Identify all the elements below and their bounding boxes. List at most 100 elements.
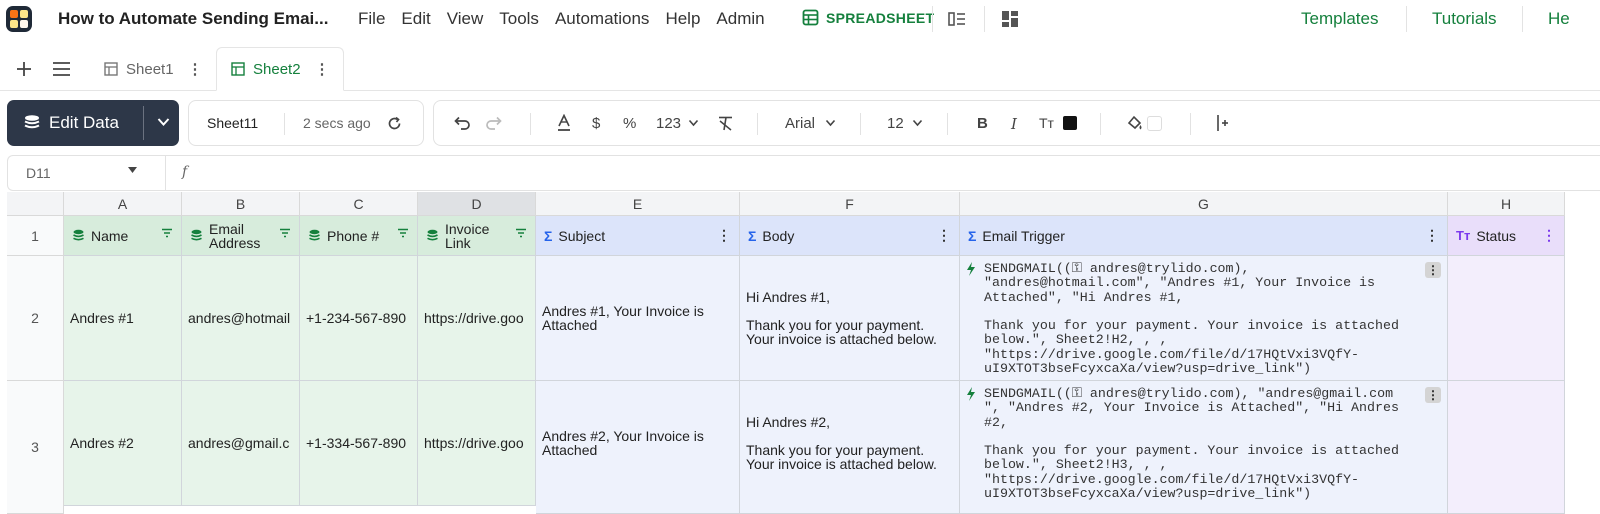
field-header-subject[interactable]: Σ Subject ⋮	[536, 216, 740, 256]
redo-icon[interactable]	[485, 116, 503, 130]
column-header-g[interactable]: G	[960, 192, 1448, 216]
cell-menu-icon[interactable]: ⋮	[1425, 262, 1441, 278]
tab-menu-icon[interactable]: ⋮	[188, 60, 203, 78]
grid-corner[interactable]	[7, 192, 64, 216]
menu-edit[interactable]: Edit	[401, 9, 430, 29]
row-header[interactable]: 1	[7, 216, 64, 256]
column-menu-icon[interactable]: ⋮	[717, 227, 731, 244]
column-menu-icon[interactable]: ⋮	[1542, 227, 1556, 244]
help-link[interactable]: He	[1548, 9, 1570, 29]
tutorials-link[interactable]: Tutorials	[1432, 9, 1497, 29]
cell-email-trigger[interactable]: SENDGMAIL((⚿ andres@trylido.com), "andre…	[960, 381, 1448, 514]
format-toolbar: $ % 123 Arial 12 B I Tт	[433, 100, 1600, 146]
cell-body[interactable]: Hi Andres #2, Thank you for your payment…	[740, 381, 960, 514]
caret-down-icon[interactable]	[128, 167, 137, 173]
filter-icon[interactable]	[397, 228, 409, 238]
column-menu-icon[interactable]: ⋮	[937, 227, 951, 244]
chevron-down-icon[interactable]	[912, 119, 923, 127]
row-header[interactable]: 2	[7, 256, 64, 381]
edit-data-button[interactable]: Edit Data	[7, 100, 179, 146]
chevron-down-icon[interactable]	[825, 119, 836, 127]
column-header-e[interactable]: E	[536, 192, 740, 216]
field-header-status[interactable]: Tт Status ⋮	[1448, 216, 1565, 256]
column-header-d[interactable]: D	[418, 192, 536, 216]
sigma-icon: Σ	[544, 227, 553, 244]
currency-format-button[interactable]: $	[592, 115, 600, 132]
column-menu-icon[interactable]: ⋮	[1425, 227, 1439, 244]
clear-format-icon[interactable]	[717, 115, 734, 132]
bold-button[interactable]: B	[977, 115, 988, 132]
undo-icon[interactable]	[453, 116, 471, 130]
field-header-phone[interactable]: Phone #	[300, 216, 418, 256]
add-sheet-icon[interactable]	[16, 61, 32, 77]
text-color-icon[interactable]	[557, 114, 571, 132]
text-size-button[interactable]: Tт	[1039, 115, 1054, 131]
column-header-h[interactable]: H	[1448, 192, 1565, 216]
number-format-dropdown[interactable]: 123	[656, 115, 681, 132]
filter-icon[interactable]	[515, 228, 527, 238]
tab-sheet2[interactable]: Sheet2 ⋮	[216, 47, 344, 91]
cell-phone[interactable]: +1-234-567-890	[300, 256, 418, 381]
tab-menu-icon[interactable]: ⋮	[315, 60, 330, 78]
menu-tools[interactable]: Tools	[499, 9, 539, 29]
app-logo[interactable]	[6, 6, 32, 32]
fill-color-swatch[interactable]	[1147, 116, 1162, 131]
menu-view[interactable]: View	[447, 9, 484, 29]
formula-input[interactable]	[208, 156, 1600, 190]
cell-invoice-link[interactable]: https://drive.goo	[418, 256, 536, 381]
italic-button[interactable]: I	[1011, 115, 1017, 133]
divider	[1406, 6, 1407, 32]
field-header-body[interactable]: Σ Body ⋮	[740, 216, 960, 256]
cell-phone[interactable]: +1-334-567-890	[300, 381, 418, 506]
chevron-down-icon[interactable]	[688, 119, 699, 127]
percent-format-button[interactable]: %	[623, 115, 636, 132]
menu-help[interactable]: Help	[665, 9, 700, 29]
templates-link[interactable]: Templates	[1301, 9, 1378, 29]
column-header-b[interactable]: B	[182, 192, 300, 216]
cell-reference[interactable]: D11	[26, 165, 51, 181]
field-header-name[interactable]: Name	[64, 216, 182, 256]
cell-status[interactable]	[1448, 381, 1565, 514]
cell-subject[interactable]: Andres #2, Your Invoice is Attached	[536, 381, 740, 514]
tab-sheet1[interactable]: Sheet1 ⋮	[104, 47, 212, 91]
cell-subject[interactable]: Andres #1, Your Invoice is Attached	[536, 256, 740, 381]
row-header[interactable]: 3	[7, 381, 64, 514]
dashboard-icon[interactable]	[1000, 9, 1020, 29]
field-header-email[interactable]: Email Address	[182, 216, 300, 256]
database-icon	[309, 229, 320, 241]
text-color-swatch[interactable]	[1063, 116, 1077, 130]
refresh-icon[interactable]	[387, 116, 402, 131]
cell-email-trigger[interactable]: SENDGMAIL((⚿ andres@trylido.com), "andre…	[960, 256, 1448, 381]
cell-email[interactable]: andres@gmail.c	[182, 381, 300, 506]
field-header-invoice-link[interactable]: Invoice Link	[418, 216, 536, 256]
form-view-icon[interactable]	[947, 9, 967, 29]
sheet-list-icon[interactable]	[52, 61, 71, 77]
spreadsheet-view-button[interactable]: SPREADSHEET	[802, 9, 934, 26]
column-header-c[interactable]: C	[300, 192, 418, 216]
cell-name[interactable]: Andres #1	[64, 256, 182, 381]
field-header-email-trigger[interactable]: Σ Email Trigger ⋮	[960, 216, 1448, 256]
cell-menu-icon[interactable]: ⋮	[1425, 387, 1441, 403]
sheet-info-card: Sheet11 2 secs ago	[188, 100, 424, 146]
menu-admin[interactable]: Admin	[716, 9, 764, 29]
sheet-name[interactable]: Sheet11	[207, 115, 258, 131]
document-title[interactable]: How to Automate Sending Emai...	[58, 9, 328, 29]
cell-email[interactable]: andres@hotmail	[182, 256, 300, 381]
column-header-f[interactable]: F	[740, 192, 960, 216]
cell-invoice-link[interactable]: https://drive.goo	[418, 381, 536, 506]
freeze-column-icon[interactable]	[1214, 114, 1230, 132]
cell-body[interactable]: Hi Andres #1, Thank you for your payment…	[740, 256, 960, 381]
font-family-dropdown[interactable]: Arial	[785, 115, 815, 132]
cell-status[interactable]	[1448, 256, 1565, 381]
column-header-a[interactable]: A	[64, 192, 182, 216]
filter-icon[interactable]	[279, 228, 291, 238]
menu-file[interactable]: File	[358, 9, 385, 29]
menu-automations[interactable]: Automations	[555, 9, 650, 29]
filter-icon[interactable]	[161, 228, 173, 238]
sheet-tab-bar: Sheet1 ⋮ Sheet2 ⋮	[0, 47, 1600, 91]
field-header-label: Status	[1476, 227, 1517, 244]
cell-name[interactable]: Andres #2	[64, 381, 182, 506]
fill-color-icon[interactable]	[1126, 114, 1144, 132]
chevron-down-icon[interactable]	[157, 117, 170, 127]
font-size-dropdown[interactable]: 12	[887, 115, 904, 132]
